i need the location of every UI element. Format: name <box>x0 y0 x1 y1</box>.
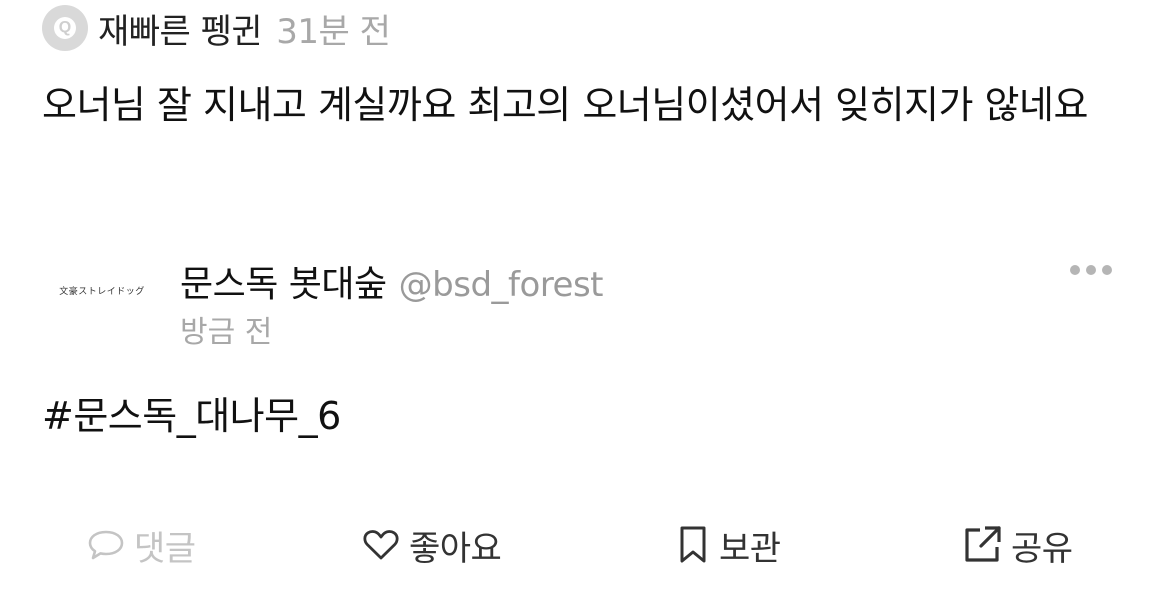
share-button[interactable]: 공유 <box>961 515 1073 575</box>
embedded-post[interactable]: 文豪ストレイドッグ 문스독 봇대숲 @bsd_forest 방금 전 #문스독_… <box>42 245 1132 445</box>
embed-author-handle[interactable]: @bsd_forest <box>399 265 604 305</box>
like-label: 좋아요 <box>409 528 502 569</box>
comment-button[interactable]: 댓글 <box>86 515 196 575</box>
avatar-letter: Q <box>54 17 76 39</box>
embed-time: 방금 전 <box>180 315 273 350</box>
more-dot <box>1086 265 1096 275</box>
author-name[interactable]: 재빠른 펭귄 <box>98 4 263 53</box>
embed-hashtag[interactable]: #문스독_대나무_6 <box>42 385 341 440</box>
bookmark-icon <box>680 526 706 563</box>
action-bar: 댓글 좋아요 보관 공유 <box>0 515 1170 575</box>
like-button[interactable]: 좋아요 <box>361 515 502 575</box>
embed-header: 문스독 봇대숲 @bsd_forest <box>180 255 604 307</box>
post-time: 31분 전 <box>276 11 391 52</box>
quote-header: Q 재빠른 펭귄 31분 전 <box>42 4 391 53</box>
avatar[interactable]: Q <box>42 5 88 51</box>
embed-logo-text: 文豪ストレイドッグ <box>59 286 145 297</box>
more-dot <box>1102 265 1112 275</box>
speech-bubble-icon <box>88 530 124 560</box>
embed-logo: 文豪ストレイドッグ <box>42 275 162 305</box>
heart-icon <box>363 530 399 560</box>
share-external-icon <box>965 526 1001 562</box>
share-label: 공유 <box>1011 528 1073 569</box>
post-body: 오너님 잘 지내고 계실까요 최고의 오너님이셨어서 잊히지가 않네요 <box>42 83 1088 127</box>
more-dot <box>1070 265 1080 275</box>
comment-label: 댓글 <box>134 528 196 569</box>
embed-author-name[interactable]: 문스독 봇대숲 <box>180 255 387 307</box>
bookmark-button[interactable]: 보관 <box>675 515 781 575</box>
bookmark-label: 보관 <box>719 528 781 569</box>
more-options-button[interactable] <box>1070 263 1112 277</box>
